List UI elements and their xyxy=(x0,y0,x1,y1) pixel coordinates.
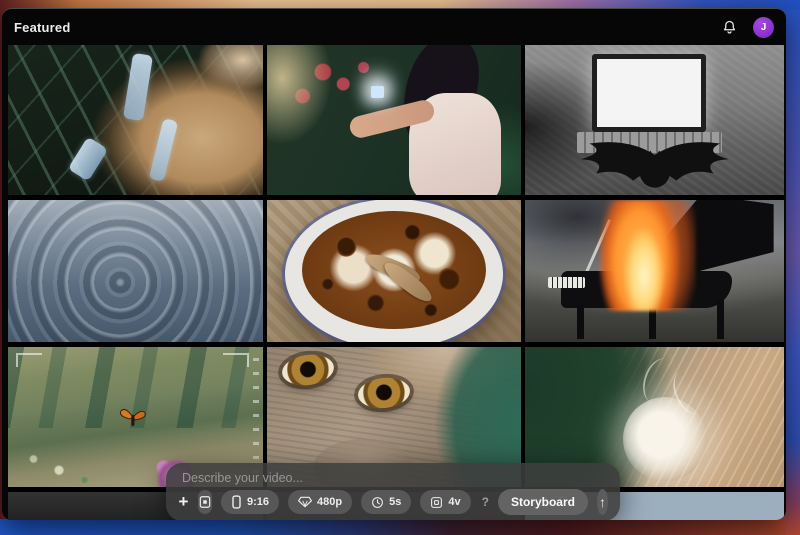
add-button[interactable]: + xyxy=(178,490,189,514)
featured-gallery xyxy=(8,45,784,520)
laptop-screen-shape xyxy=(592,54,707,132)
preset-button[interactable] xyxy=(198,490,213,514)
resolution-button[interactable]: 480p xyxy=(288,490,353,514)
monkey-eye-shape xyxy=(280,351,337,389)
variations-button[interactable]: 4v xyxy=(420,490,471,514)
bat-silhouette xyxy=(546,135,764,192)
viewfinder-corner-mark xyxy=(223,353,249,367)
app-window: Featured J Describe your video... + 9:16… xyxy=(2,8,786,520)
video-tile[interactable] xyxy=(525,45,784,195)
variations-label: 4v xyxy=(448,496,461,508)
glass-straw-shape xyxy=(67,136,109,182)
notifications-button[interactable] xyxy=(719,17,739,37)
glass-straw-shape xyxy=(122,52,153,122)
page-title: Featured xyxy=(14,19,71,35)
video-tile[interactable] xyxy=(267,45,521,195)
aspect-ratio-button[interactable]: 9:16 xyxy=(221,490,280,514)
desktop-wallpaper-bottom-edge xyxy=(0,519,786,535)
prompt-input[interactable] xyxy=(172,468,614,488)
portrait-phone-icon xyxy=(231,495,242,509)
resolution-label: 480p xyxy=(317,496,343,508)
help-button[interactable]: ? xyxy=(482,495,489,509)
video-tile[interactable] xyxy=(525,200,784,342)
image-card-icon xyxy=(198,495,212,509)
app-header: Featured J xyxy=(2,9,786,45)
glass-straw-shape xyxy=(148,117,179,182)
clock-icon xyxy=(371,496,384,509)
piano-leg-shape xyxy=(716,299,724,340)
glowing-cube-shape xyxy=(371,85,385,98)
header-actions: J xyxy=(719,16,774,38)
fire-flames-shape xyxy=(592,200,696,311)
video-tile[interactable] xyxy=(267,200,521,342)
send-button[interactable]: ↑ xyxy=(596,489,608,515)
video-tile[interactable] xyxy=(8,45,263,195)
gem-icon xyxy=(298,496,313,508)
butterfly-shape xyxy=(118,406,148,428)
variations-icon xyxy=(430,496,443,509)
duration-button[interactable]: 5s xyxy=(361,490,412,514)
monkey-eye-shape xyxy=(357,375,412,411)
avatar[interactable]: J xyxy=(753,16,774,38)
aspect-ratio-label: 9:16 xyxy=(247,496,270,508)
storyboard-button[interactable]: Storyboard xyxy=(497,489,588,515)
prompt-bar: + 9:16 xyxy=(166,463,620,520)
bell-icon xyxy=(721,19,738,36)
duration-label: 5s xyxy=(389,496,402,508)
piano-keys-shape xyxy=(548,276,585,289)
piano-leg-shape xyxy=(576,305,584,340)
prompt-controls: + 9:16 480p 5s 4v ? Storyboard ↑ xyxy=(166,489,620,515)
viewfinder-corner-mark xyxy=(16,353,42,367)
film-sprocket-marks xyxy=(253,358,259,476)
screen: Featured J Describe your video... + 9:16… xyxy=(0,0,800,535)
video-tile[interactable] xyxy=(8,200,263,342)
